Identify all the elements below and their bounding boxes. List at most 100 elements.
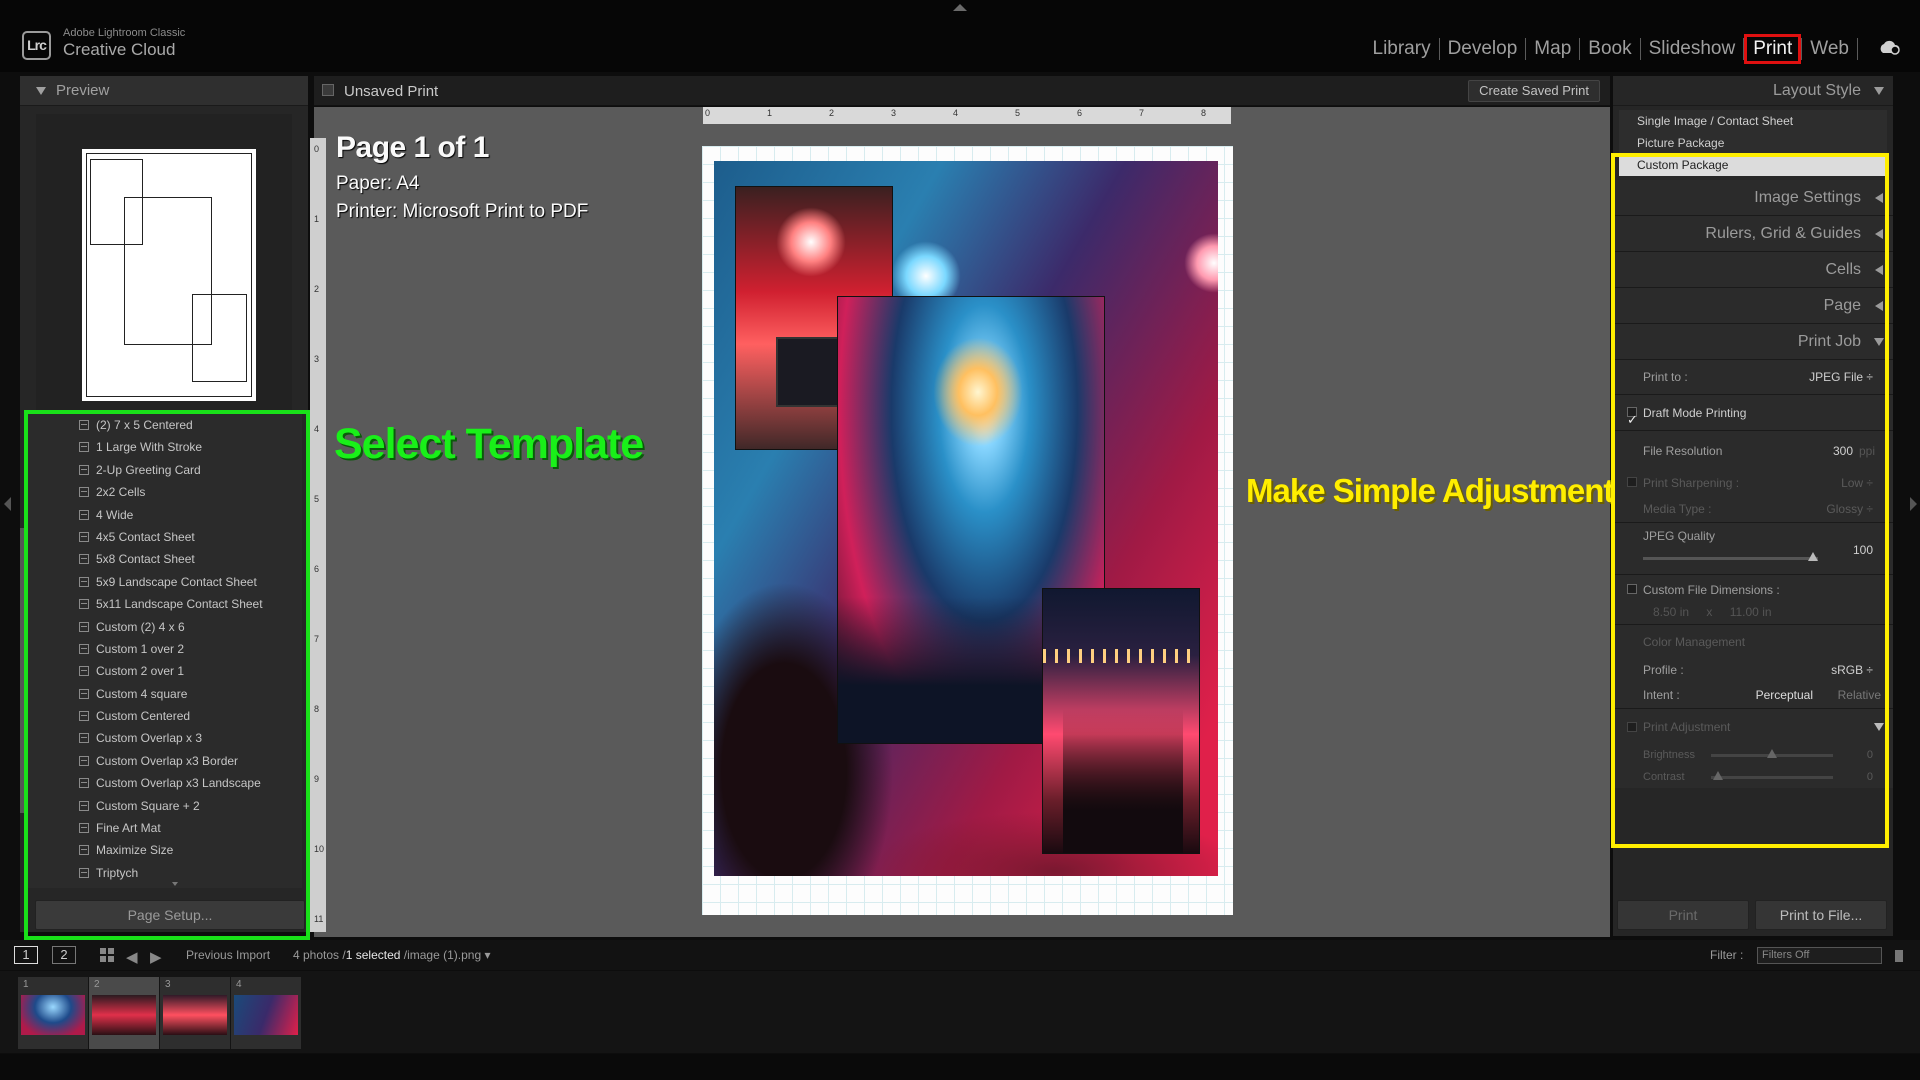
ruler-tick-label: 8 bbox=[1201, 108, 1207, 118]
print-button[interactable]: Print bbox=[1617, 900, 1749, 930]
ruler-tick-label: 7 bbox=[1139, 108, 1145, 118]
ruler-tick-label: 9 bbox=[314, 774, 320, 784]
ruler-tick-label: 11 bbox=[314, 914, 324, 924]
cloud-sync-icon[interactable] bbox=[1878, 38, 1902, 56]
layout-style-header[interactable]: Layout Style bbox=[1613, 76, 1893, 106]
source-label[interactable]: Previous Import bbox=[186, 948, 270, 962]
photo-count-text: 4 photos / bbox=[293, 948, 346, 962]
ruler-tick-label: 7 bbox=[314, 634, 320, 644]
horizontal-ruler: 0 1 2 3 4 5 6 7 8 bbox=[703, 107, 1231, 124]
ruler-tick-label: 5 bbox=[1015, 108, 1021, 118]
select-template-annotation: Select Template bbox=[334, 420, 644, 468]
grid-view-icon[interactable] bbox=[100, 948, 114, 962]
ruler-tick-label: 5 bbox=[314, 494, 320, 504]
module-web[interactable]: Web bbox=[1802, 34, 1857, 64]
page-number: Page 1 of 1 bbox=[336, 131, 489, 164]
module-library[interactable]: Library bbox=[1365, 34, 1439, 64]
module-divider bbox=[1857, 38, 1858, 60]
ruler-tick-label: 10 bbox=[314, 844, 325, 854]
template-highlight bbox=[24, 410, 310, 940]
filter-select[interactable]: Filters Off bbox=[1757, 947, 1882, 964]
chandelier bbox=[933, 337, 1023, 447]
dropdown-icon[interactable]: ▾ bbox=[484, 948, 490, 962]
filmstrip-thumb[interactable]: 1 bbox=[18, 977, 88, 1049]
vertical-ruler: 0 1 2 3 4 5 6 7 8 9 10 11 bbox=[310, 138, 326, 932]
module-picker: Library Develop Map Book Slideshow Print… bbox=[1365, 32, 1858, 66]
photo-count: 4 photos /1 selected /image (1).png ▾ bbox=[293, 948, 491, 962]
window-2-button[interactable]: 2 bbox=[52, 946, 76, 964]
thumb-image bbox=[234, 995, 298, 1035]
thumb-number: 2 bbox=[94, 979, 100, 990]
module-map[interactable]: Map bbox=[1526, 34, 1579, 64]
top-panel-toggle-icon[interactable] bbox=[953, 4, 967, 11]
ruler-tick-label: 0 bbox=[705, 108, 711, 118]
thumb-image bbox=[163, 995, 227, 1035]
stage-light bbox=[1184, 233, 1218, 293]
module-slideshow[interactable]: Slideshow bbox=[1641, 34, 1744, 64]
adjustments-highlight bbox=[1611, 153, 1889, 848]
layout-style-label: Layout Style bbox=[1772, 82, 1861, 99]
thumb-image bbox=[21, 995, 85, 1035]
printer-info: Printer: Microsoft Print to PDF bbox=[336, 201, 589, 222]
selected-file[interactable]: /image (1).png bbox=[404, 948, 481, 962]
filmstrip-thumb-selected[interactable]: 2 bbox=[89, 977, 159, 1049]
filter-label: Filter : bbox=[1710, 948, 1744, 962]
collapse-triangle-icon bbox=[36, 87, 46, 96]
ruler-tick-label: 2 bbox=[314, 284, 320, 294]
thumb-image bbox=[92, 995, 156, 1035]
thumb-number: 4 bbox=[236, 979, 242, 990]
preview-page bbox=[82, 149, 256, 401]
layout-picture-package[interactable]: Picture Package bbox=[1619, 132, 1887, 154]
filmstrip-thumb[interactable]: 3 bbox=[160, 977, 230, 1049]
ruler-tick-label: 6 bbox=[1077, 108, 1083, 118]
ruler-tick-label: 0 bbox=[314, 144, 320, 154]
layout-preview bbox=[36, 114, 292, 419]
window-1-button[interactable]: 1 bbox=[14, 946, 38, 964]
filter-lock-icon[interactable] bbox=[1895, 950, 1903, 962]
page-info-overlay: Page 1 of 1 Paper: A4 Printer: Microsoft… bbox=[336, 131, 588, 223]
preview-header-label: Preview bbox=[56, 82, 110, 99]
filmstrip-toolbar: 1 2 ◀ ▶ Previous Import 4 photos /1 sele… bbox=[0, 940, 1920, 970]
string-lights bbox=[1043, 649, 1199, 663]
people-silhouettes bbox=[1063, 709, 1183, 853]
print-header: Unsaved Print Create Saved Print bbox=[314, 76, 1610, 106]
brand-title: Creative Cloud bbox=[63, 40, 176, 59]
print-title: Unsaved Print bbox=[344, 83, 439, 100]
top-bar: Lrc Adobe Lightroom Classic Creative Clo… bbox=[0, 0, 1920, 72]
ruler-tick-label: 4 bbox=[314, 424, 320, 434]
back-arrow-icon[interactable]: ◀ bbox=[126, 948, 138, 966]
ruler-tick-label: 8 bbox=[314, 704, 320, 714]
filmstrip-thumb[interactable]: 4 bbox=[231, 977, 301, 1049]
ruler-tick-label: 6 bbox=[314, 564, 320, 574]
layout-single-image[interactable]: Single Image / Contact Sheet bbox=[1619, 110, 1887, 132]
create-saved-print-button[interactable]: Create Saved Print bbox=[1468, 80, 1600, 102]
bottom-edge bbox=[0, 1054, 1920, 1080]
stage-light bbox=[776, 207, 846, 277]
thumb-number: 3 bbox=[165, 979, 171, 990]
preview-margin bbox=[86, 153, 252, 397]
print-doc-icon bbox=[322, 84, 334, 96]
left-panel-toggle-icon[interactable] bbox=[4, 497, 11, 511]
paper-info: Paper: A4 bbox=[336, 173, 420, 194]
brand-subtitle: Adobe Lightroom Classic bbox=[63, 27, 186, 39]
ruler-tick-label: 2 bbox=[829, 108, 835, 118]
selected-count: 1 selected bbox=[345, 948, 401, 962]
forward-arrow-icon[interactable]: ▶ bbox=[150, 948, 162, 966]
lightroom-app: Lrc Adobe Lightroom Classic Creative Clo… bbox=[0, 0, 1920, 1080]
module-develop[interactable]: Develop bbox=[1440, 34, 1526, 64]
module-book[interactable]: Book bbox=[1580, 34, 1639, 64]
thumb-number: 1 bbox=[23, 979, 29, 990]
module-print[interactable]: Print bbox=[1744, 34, 1802, 64]
right-panel-toggle-icon[interactable] bbox=[1910, 497, 1917, 511]
adjustments-annotation: Make Simple Adjustments bbox=[1246, 472, 1632, 509]
ruler-tick-label: 3 bbox=[891, 108, 897, 118]
lrc-logo-icon: Lrc bbox=[22, 31, 51, 60]
ruler-tick-label: 3 bbox=[314, 354, 320, 364]
print-to-file-button[interactable]: Print to File... bbox=[1755, 900, 1887, 930]
filmstrip: 1 2 3 4 bbox=[0, 971, 1920, 1053]
preview-panel-header[interactable]: Preview bbox=[20, 76, 308, 106]
collapse-triangle-icon bbox=[1874, 87, 1884, 95]
ruler-tick-label: 4 bbox=[953, 108, 959, 118]
ruler-tick-label: 1 bbox=[767, 108, 773, 118]
photo-cell-3[interactable] bbox=[1042, 588, 1200, 854]
